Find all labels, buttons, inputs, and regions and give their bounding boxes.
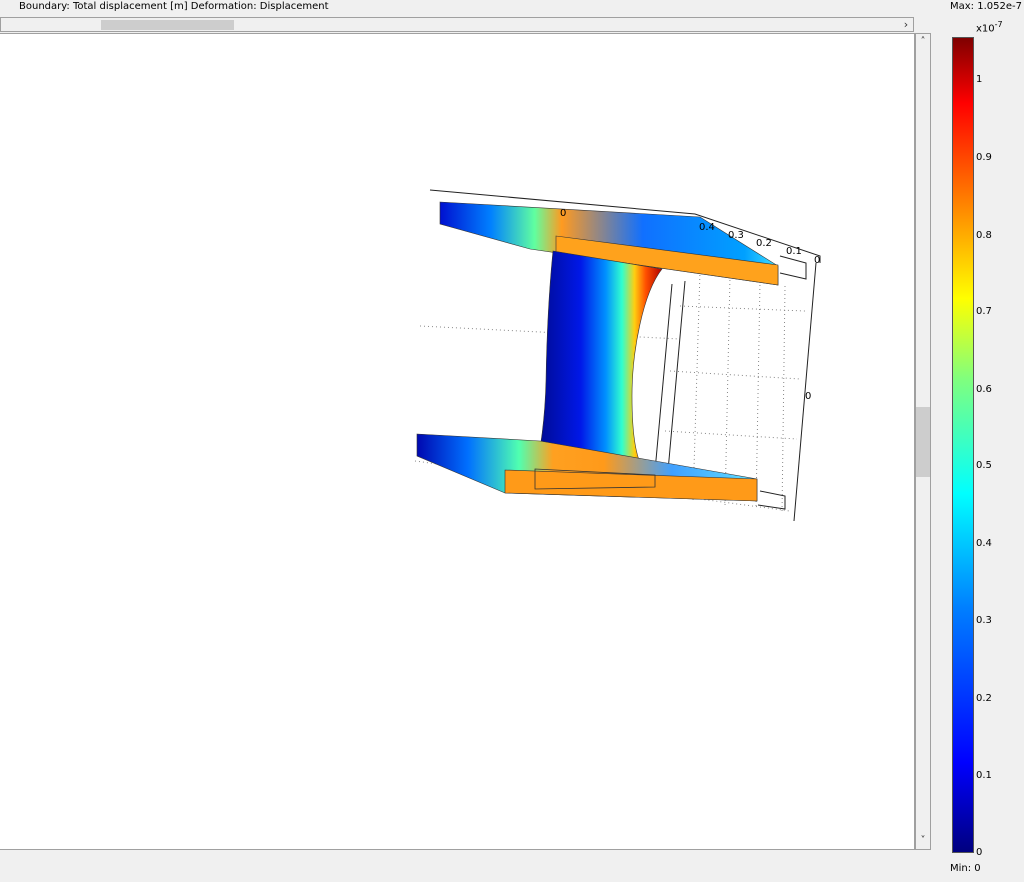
- axis-tick-label: 0.1: [786, 246, 802, 257]
- colorbar-tick: 0: [976, 847, 983, 858]
- colorbar-max-label: Max: 1.052e-7: [950, 1, 1022, 12]
- scroll-up-arrow-icon[interactable]: ˄: [916, 35, 930, 49]
- colorbar-min-label: Min: 0: [950, 863, 981, 874]
- graphics-viewport[interactable]: 0.4 0.3 0.2 0.1 0 0 0: [0, 33, 915, 850]
- colorbar-tick: 0.2: [976, 693, 992, 704]
- scroll-down-arrow-icon[interactable]: ˅: [916, 834, 930, 848]
- colorbar-tick: 0.4: [976, 538, 992, 549]
- axis-tick-label: 0: [814, 255, 820, 266]
- scroll-right-arrow-icon[interactable]: ›: [899, 18, 913, 31]
- colorbar-tick: 0.3: [976, 615, 992, 626]
- colorbar-tick: 0.7: [976, 306, 992, 317]
- colorbar: [952, 37, 974, 853]
- colorbar-tick: 0.8: [976, 230, 992, 241]
- axis-tick-label: 0: [805, 391, 811, 402]
- status-strip: [0, 850, 931, 882]
- deformed-beam-model: 0.4 0.3 0.2 0.1 0 0 0: [414, 189, 821, 522]
- axis-tick-label: 0.4: [699, 222, 715, 233]
- horizontal-scrollbar[interactable]: ›: [0, 17, 914, 32]
- horizontal-scroll-thumb[interactable]: [101, 20, 234, 30]
- axis-tick-label: 0: [560, 208, 566, 219]
- colorbar-exponent-base: x10: [976, 23, 995, 35]
- beam-web: [536, 250, 663, 477]
- vertical-scrollbar[interactable]: ˄ ˅: [915, 33, 931, 850]
- axis-tick-label: 0.3: [728, 230, 744, 241]
- axis-tick-label: 0.2: [756, 238, 772, 249]
- vertical-scroll-thumb[interactable]: [916, 407, 930, 477]
- colorbar-tick: 0.1: [976, 770, 992, 781]
- colorbar-tick: 1: [976, 74, 983, 85]
- colorbar-exponent-power: -7: [994, 20, 1003, 29]
- colorbar-exponent: x10-7: [976, 20, 1003, 34]
- colorbar-tick: 0.5: [976, 460, 992, 471]
- colorbar-tick: 0.6: [976, 384, 992, 395]
- plot-title: Boundary: Total displacement [m] Deforma…: [19, 1, 329, 12]
- colorbar-tick: 0.9: [976, 152, 992, 163]
